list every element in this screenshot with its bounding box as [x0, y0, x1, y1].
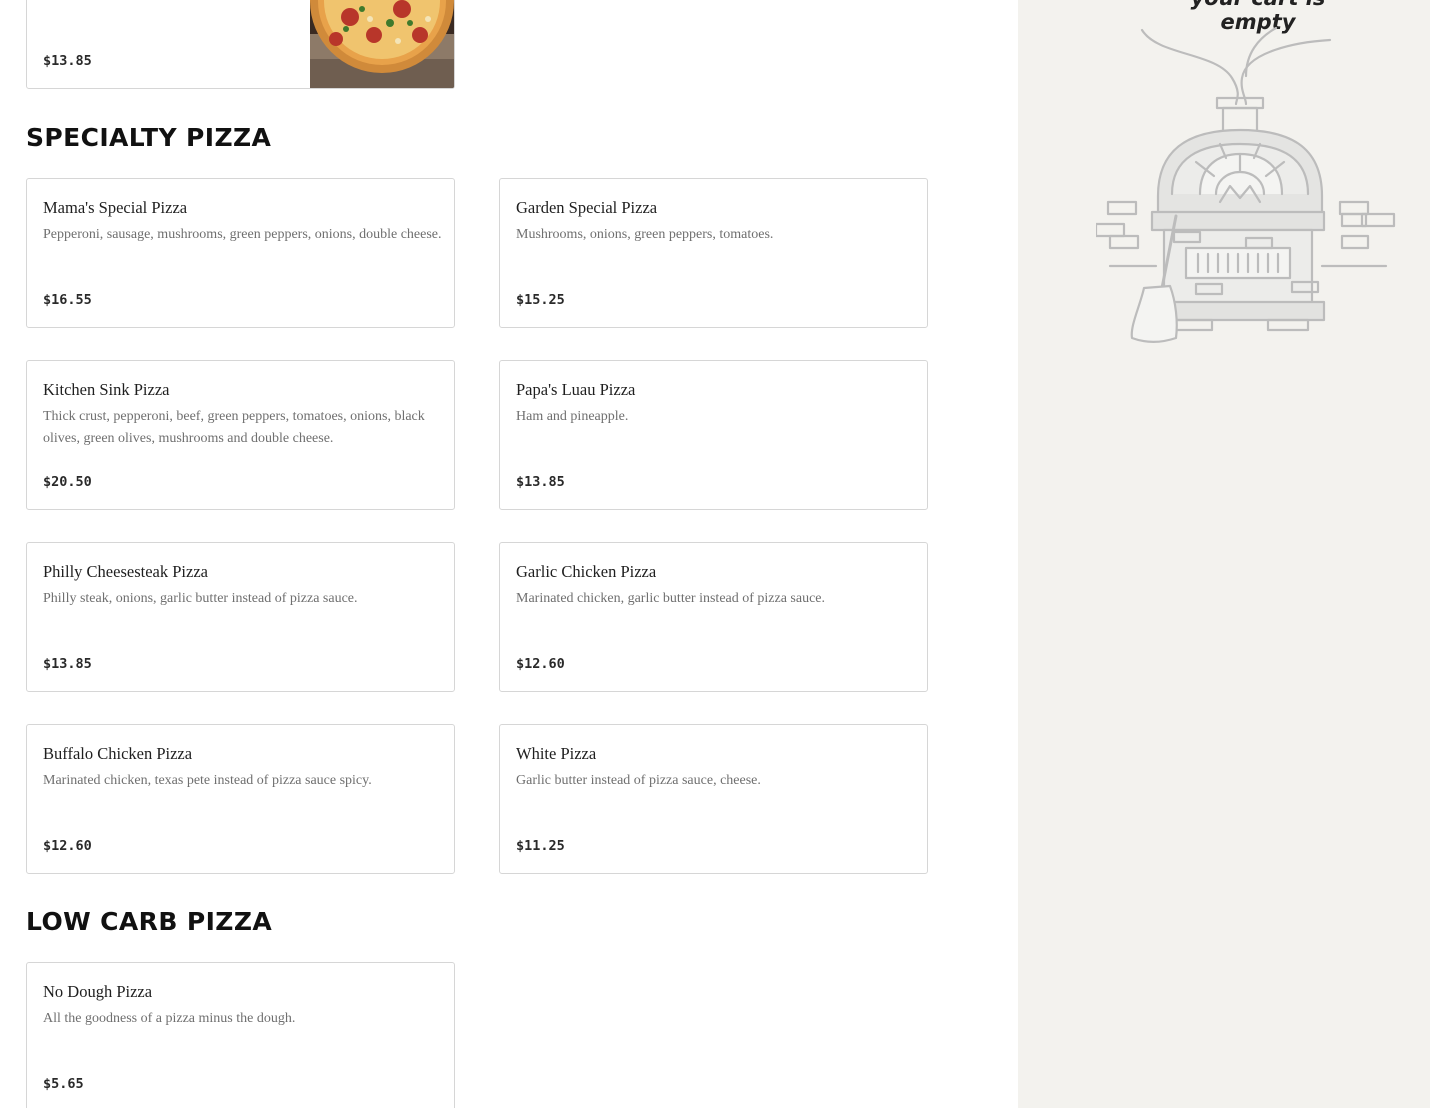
menu-item-card[interactable]: Buffalo Chicken Pizza Marinated chicken,…	[26, 724, 455, 874]
pizza-oven-illustration	[1096, 26, 1396, 343]
menu-item-card[interactable]: Mama's Special Pizza Pepperoni, sausage,…	[26, 178, 455, 328]
section-title-specialty: SPECIALTY PIZZA	[26, 123, 272, 152]
item-price: $12.60	[43, 838, 92, 854]
item-price: $13.85	[43, 53, 92, 69]
pizza-photo	[310, 0, 454, 88]
menu-item-card[interactable]: $13.85	[26, 0, 455, 89]
item-name: Philly Cheesesteak Pizza	[43, 562, 208, 581]
item-price: $13.85	[516, 474, 565, 490]
cart-sidebar: your cart is empty	[1018, 0, 1430, 1108]
item-price: $12.60	[516, 656, 565, 672]
menu-main: $13.85 SPECIALTY PIZZA Mama's Special Pi…	[0, 0, 1018, 1108]
item-price: $11.25	[516, 838, 565, 854]
item-name: Garlic Chicken Pizza	[516, 562, 657, 581]
menu-item-card[interactable]: No Dough Pizza All the goodness of a piz…	[26, 962, 455, 1108]
item-price: $5.65	[43, 1076, 84, 1092]
item-description: Mushrooms, onions, green peppers, tomato…	[516, 227, 774, 242]
item-description: Pepperoni, sausage, mushrooms, green pep…	[43, 227, 442, 242]
item-price: $16.55	[43, 292, 92, 308]
menu-item-card[interactable]: Kitchen Sink Pizza Thick crust, pepperon…	[26, 360, 455, 510]
menu-item-card[interactable]: Garlic Chicken Pizza Marinated chicken, …	[499, 542, 928, 692]
menu-item-card[interactable]: Philly Cheesesteak Pizza Philly steak, o…	[26, 542, 455, 692]
item-description: Philly steak, onions, garlic butter inst…	[43, 591, 358, 606]
item-description: Marinated chicken, texas pete instead of…	[43, 773, 372, 788]
item-name: Buffalo Chicken Pizza	[43, 744, 193, 763]
item-description: Marinated chicken, garlic butter instead…	[516, 591, 826, 606]
item-description: All the goodness of a pizza minus the do…	[43, 1011, 296, 1026]
item-price: $20.50	[43, 474, 92, 490]
item-name: Garden Special Pizza	[516, 198, 658, 217]
section-title-lowcarb: LOW CARB PIZZA	[26, 907, 273, 936]
menu-item-card[interactable]: White Pizza Garlic butter instead of piz…	[499, 724, 928, 874]
item-name: No Dough Pizza	[43, 982, 153, 1001]
menu-item-card[interactable]: Papa's Luau Pizza Ham and pineapple. $13…	[499, 360, 928, 510]
item-description: Garlic butter instead of pizza sauce, ch…	[516, 773, 761, 788]
item-description: Ham and pineapple.	[516, 409, 629, 424]
menu-item-card[interactable]: Garden Special Pizza Mushrooms, onions, …	[499, 178, 928, 328]
item-name: Mama's Special Pizza	[43, 198, 188, 217]
item-name: Papa's Luau Pizza	[516, 380, 636, 399]
item-price: $15.25	[516, 292, 565, 308]
item-description: Thick crust, pepperoni, beef, green pepp…	[43, 409, 425, 446]
item-name: White Pizza	[516, 744, 597, 763]
item-price: $13.85	[43, 656, 92, 672]
item-name: Kitchen Sink Pizza	[43, 380, 170, 399]
